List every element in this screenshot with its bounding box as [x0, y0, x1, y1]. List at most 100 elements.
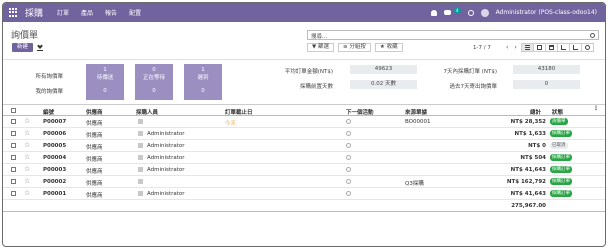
row-deadline: 今天	[225, 121, 237, 127]
col-buyer[interactable]: 採購人員	[136, 108, 158, 116]
col-status[interactable]: 狀態	[552, 108, 563, 116]
row-total: NT$ 504	[520, 155, 546, 161]
row-vendor: 供應商	[86, 133, 103, 139]
activity-icon[interactable]	[346, 167, 351, 172]
star-icon[interactable]: ☆	[24, 117, 30, 125]
select-all-checkbox[interactable]	[11, 108, 16, 113]
row-source: BO00001	[405, 119, 431, 125]
chat-count-badge: 4	[454, 7, 461, 13]
favorites-button[interactable]: ★ 收藏	[374, 43, 403, 52]
status-badge: 採購訂單	[550, 178, 572, 185]
chat-icon[interactable]	[444, 10, 452, 15]
col-source[interactable]: 來源單據	[405, 108, 427, 116]
kanban-view-icon	[537, 45, 542, 50]
search-input[interactable]: 搜尋...	[307, 30, 599, 40]
row-total: NT$ 1,633	[514, 131, 547, 137]
menu-products[interactable]: 產品	[81, 8, 93, 17]
tile-to-send[interactable]: 1 待傳送 0	[86, 64, 124, 100]
page-title: 詢價單	[11, 31, 39, 41]
user-menu[interactable]: Administrator (POS-class-odoo14)	[496, 9, 597, 16]
download-icon[interactable]	[37, 43, 43, 51]
activity-icon[interactable]	[346, 191, 351, 196]
group-by-label: 分組按	[349, 44, 366, 50]
activity-icon[interactable]	[346, 143, 351, 148]
list-header: 編號 供應商 採購人員 訂單截止日 下一個活動 來源單據 總計 狀態 ⋮	[3, 104, 605, 116]
tile-waiting-mine: 0	[152, 88, 156, 94]
col-next-activity[interactable]: 下一個活動	[346, 108, 374, 116]
table-row[interactable]: ☆ P00003 供應商 Administrator NT$ 41,643 採購訂單	[3, 164, 605, 176]
row-checkbox[interactable]	[11, 179, 16, 184]
col-deadline[interactable]: 訂單截止日	[225, 108, 253, 116]
tile-late[interactable]: 1 遲到 0	[184, 64, 222, 100]
table-row[interactable]: ☆ P00005 供應商 Administrator NT$ 0 已取消	[3, 140, 605, 152]
row-reference: P00006	[43, 131, 67, 137]
rfq-sent-label: 過去7天寄出詢價單	[449, 84, 498, 90]
tile-waiting[interactable]: 0 正在等待 0	[135, 64, 173, 100]
table-row[interactable]: ☆ P00001 供應商 Administrator NT$ 41,643 採購訂單	[3, 188, 605, 200]
tile-waiting-all: 0	[152, 67, 156, 73]
my-rfq-label: 我的詢價單	[35, 89, 63, 95]
last7-value: 43180	[513, 65, 580, 74]
row-total: NT$ 41,643	[510, 167, 546, 173]
col-vendor[interactable]: 供應商	[86, 108, 103, 116]
star-icon[interactable]: ☆	[24, 165, 30, 173]
star-icon[interactable]: ☆	[24, 177, 30, 185]
menu-reports[interactable]: 報告	[105, 8, 117, 17]
col-total[interactable]: 總計	[530, 108, 541, 116]
activity-view-button[interactable]	[581, 43, 594, 52]
table-row[interactable]: ☆ P00004 供應商 Administrator NT$ 504 採購訂單	[3, 152, 605, 164]
top-navbar: 採購 訂單 產品 報告 配置 4 Administrator (POS-clas…	[3, 3, 605, 22]
all-rfq-label: 所有詢價單	[35, 74, 63, 80]
pager-next-icon[interactable]: ›	[514, 44, 516, 51]
status-badge: 採購訂單	[550, 166, 572, 173]
col-reference[interactable]: 編號	[43, 108, 54, 116]
table-row[interactable]: ☆ P00002 供應商 Q3採購 NT$ 162,792 採購訂單	[3, 176, 605, 188]
row-checkbox[interactable]	[11, 131, 16, 136]
row-checkbox[interactable]	[11, 119, 16, 124]
activity-icon[interactable]	[346, 119, 351, 124]
activity-icon[interactable]	[346, 131, 351, 136]
favorites-label: 收藏	[386, 44, 398, 50]
row-buyer: Administrator	[147, 155, 185, 161]
row-checkbox[interactable]	[11, 167, 16, 172]
star-icon[interactable]: ☆	[24, 141, 30, 149]
row-checkbox[interactable]	[11, 143, 16, 148]
row-checkbox[interactable]	[11, 191, 16, 196]
star-icon[interactable]: ☆	[24, 129, 30, 137]
apps-menu-icon[interactable]	[9, 7, 19, 18]
table-row[interactable]: ☆ P00007 供應商 今天 BO00001 NT$ 28,352 詢價單	[3, 116, 605, 128]
optional-columns-icon[interactable]: ⋮	[593, 105, 599, 112]
filter-button[interactable]: ▼ 篩選	[307, 43, 334, 52]
new-button[interactable]: 新建	[12, 43, 33, 52]
search-icon[interactable]	[590, 33, 595, 38]
table-row[interactable]: ☆ P00006 供應商 Administrator NT$ 1,633 採購訂單	[3, 128, 605, 140]
tile-late-label: 遲到	[197, 75, 209, 81]
pager-value[interactable]: 1-7 / 7	[473, 45, 491, 51]
status-badge: 詢價單	[550, 118, 568, 125]
menu-orders[interactable]: 訂單	[57, 8, 69, 17]
group-by-button[interactable]: ≡ 分組按	[338, 43, 371, 52]
bell-icon[interactable]	[431, 9, 438, 16]
row-checkbox[interactable]	[11, 155, 16, 160]
user-avatar	[138, 143, 143, 148]
activity-icon[interactable]	[346, 155, 351, 160]
pager-prev-icon[interactable]: ‹	[506, 44, 508, 51]
tile-waiting-label: 正在等待	[142, 75, 165, 81]
tile-to-send-all: 1	[103, 67, 107, 73]
status-badge: 採購訂單	[550, 154, 572, 161]
row-buyer: Administrator	[147, 131, 185, 137]
row-buyer: Administrator	[147, 167, 185, 173]
row-vendor: 供應商	[86, 181, 103, 187]
user-avatar	[138, 191, 143, 196]
status-badge: 採購訂單	[550, 130, 572, 137]
clock-icon[interactable]	[467, 9, 474, 16]
star-icon[interactable]: ☆	[24, 189, 30, 197]
app-brand[interactable]: 採購	[25, 6, 43, 19]
menu-configuration[interactable]: 配置	[129, 8, 141, 17]
user-avatar	[138, 179, 143, 184]
activity-icon[interactable]	[346, 179, 351, 184]
star-icon[interactable]: ☆	[24, 153, 30, 161]
row-vendor: 供應商	[86, 193, 103, 199]
control-panel: 詢價單 新建 搜尋... ▼ 篩選 ≡ 分組按 ★ 收藏 1-7 / 7 ‹ ›	[3, 22, 605, 60]
avatar[interactable]	[480, 8, 489, 17]
